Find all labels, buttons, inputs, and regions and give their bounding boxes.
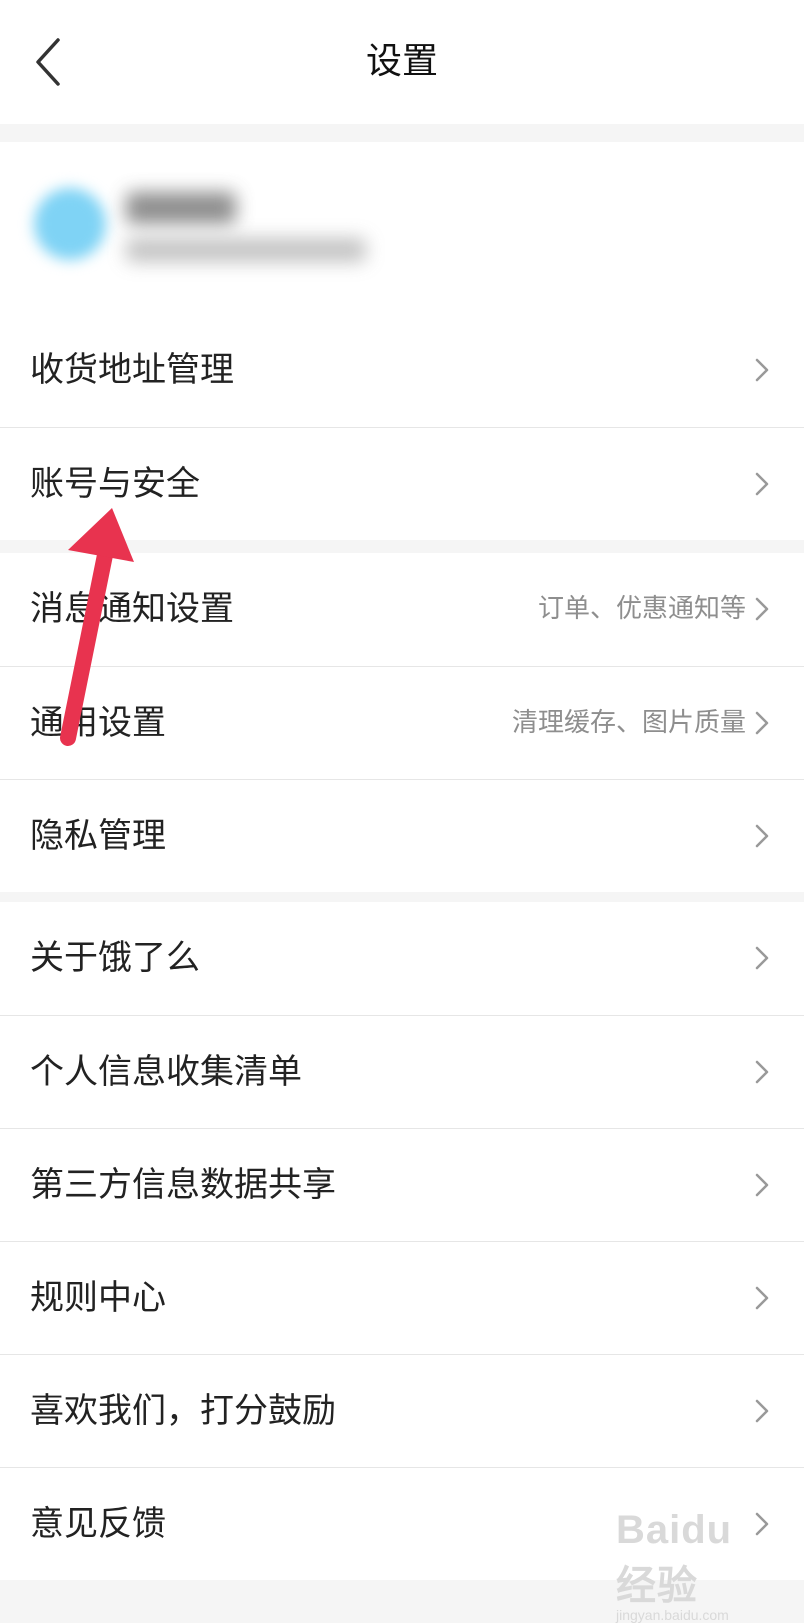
- chevron-right-icon: [755, 1286, 769, 1310]
- row-label: 意见反馈: [30, 1504, 166, 1544]
- page-title: 设置: [365, 41, 438, 82]
- settings-row-notifications[interactable]: 消息通知设置 订单、优惠通知等: [0, 553, 804, 666]
- chevron-right-icon: [755, 1173, 769, 1197]
- settings-row-about[interactable]: 关于饿了么: [0, 902, 804, 1015]
- chevron-right-icon: [755, 358, 769, 382]
- avatar: [34, 188, 106, 260]
- settings-section-account: 收货地址管理 账号与安全: [0, 314, 804, 540]
- watermark-logo: Baidu经验: [616, 1508, 733, 1608]
- chevron-right-icon: [755, 824, 769, 848]
- chevron-right-icon: [755, 1060, 769, 1084]
- watermark-url: jingyan.baidu.com: [616, 1607, 729, 1623]
- chevron-right-icon: [755, 597, 769, 621]
- row-label: 关于饿了么: [30, 938, 200, 978]
- settings-row-rules-center[interactable]: 规则中心: [0, 1241, 804, 1354]
- settings-row-privacy[interactable]: 隐私管理: [0, 779, 804, 892]
- settings-row-address[interactable]: 收货地址管理: [0, 314, 804, 427]
- settings-row-third-party-sharing[interactable]: 第三方信息数据共享: [0, 1128, 804, 1241]
- baidu-watermark: Baidu经验 jingyan.baidu.com: [616, 1508, 766, 1623]
- chevron-right-icon: [755, 472, 769, 496]
- settings-row-account-security[interactable]: 账号与安全: [0, 427, 804, 540]
- settings-row-personal-info-list[interactable]: 个人信息收集清单: [0, 1015, 804, 1128]
- chevron-right-icon: [755, 946, 769, 970]
- row-hint: 订单、优惠通知等: [537, 594, 746, 624]
- settings-row-rate-us[interactable]: 喜欢我们，打分鼓励: [0, 1354, 804, 1467]
- row-label: 收货地址管理: [30, 350, 234, 390]
- top-bar: 设置: [0, 0, 804, 124]
- row-label: 隐私管理: [30, 816, 166, 856]
- row-label: 个人信息收集清单: [30, 1052, 302, 1092]
- user-phone-blurred: [126, 238, 366, 262]
- row-label: 规则中心: [30, 1278, 166, 1318]
- row-label: 账号与安全: [30, 464, 200, 504]
- row-label: 消息通知设置: [30, 589, 234, 629]
- profile-card[interactable]: [0, 142, 804, 320]
- user-name-blurred: [126, 192, 236, 224]
- settings-section-general: 消息通知设置 订单、优惠通知等 通用设置 清理缓存、图片质量 隐私管理: [0, 553, 804, 892]
- row-hint: 清理缓存、图片质量: [511, 708, 746, 738]
- row-label: 通用设置: [30, 703, 166, 743]
- settings-row-general[interactable]: 通用设置 清理缓存、图片质量: [0, 666, 804, 779]
- chevron-right-icon: [755, 1399, 769, 1423]
- settings-section-about: 关于饿了么 个人信息收集清单 第三方信息数据共享 规则中心 喜欢我们，打分鼓励 …: [0, 902, 804, 1580]
- chevron-right-icon: [755, 711, 769, 735]
- row-label: 喜欢我们，打分鼓励: [30, 1391, 336, 1431]
- row-label: 第三方信息数据共享: [30, 1165, 336, 1205]
